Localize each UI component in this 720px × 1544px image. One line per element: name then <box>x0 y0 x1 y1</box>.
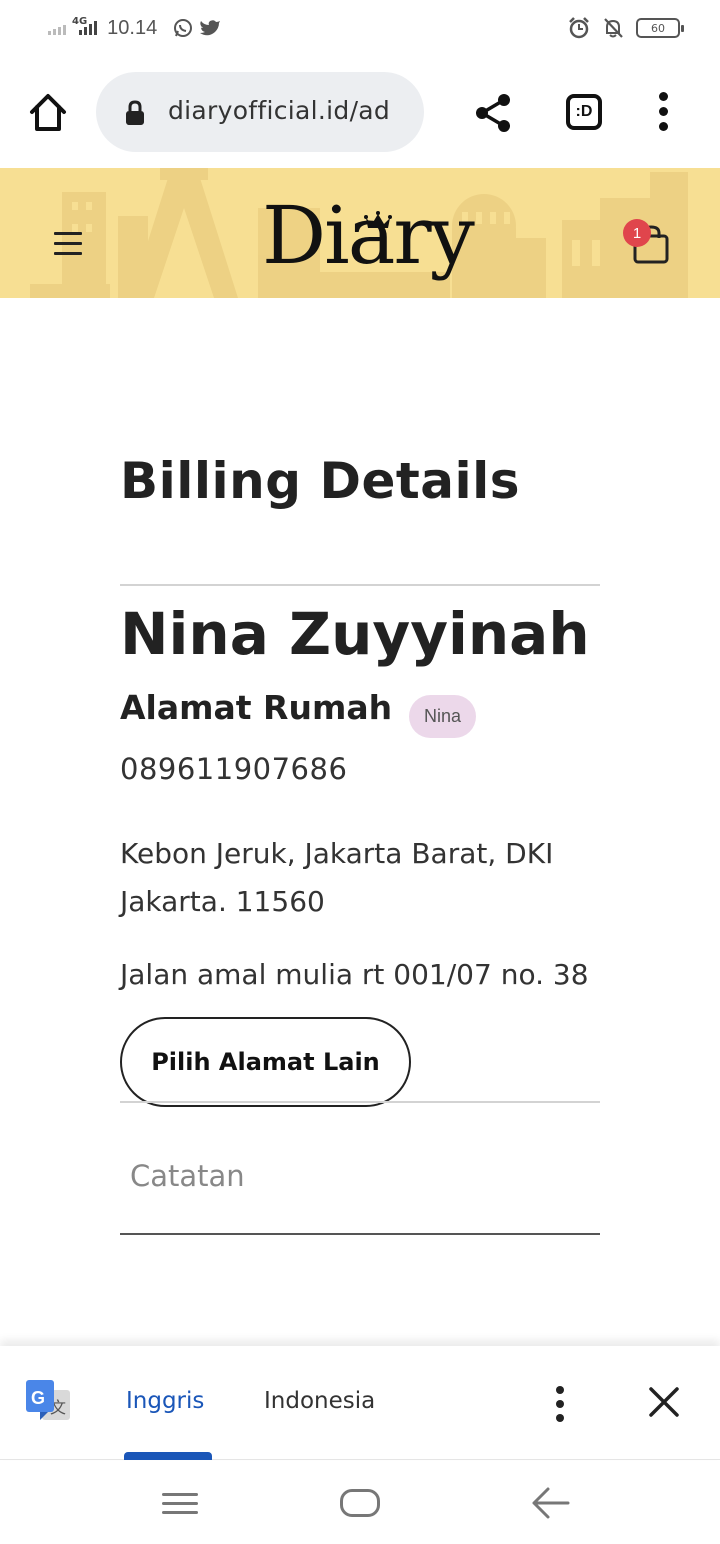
lock-icon <box>126 100 144 125</box>
active-tab-indicator <box>124 1452 212 1460</box>
tab-target-language[interactable]: Indonesia <box>264 1388 375 1414</box>
address-label: Alamat Rumah <box>120 688 393 727</box>
choose-other-address-button[interactable]: Pilih Alamat Lain <box>120 1017 411 1107</box>
share-icon[interactable] <box>472 92 514 134</box>
svg-text:G: G <box>31 1388 45 1408</box>
more-vert-icon[interactable] <box>548 1386 572 1422</box>
phone-number: 089611907686 <box>120 752 348 786</box>
address-bar[interactable]: diaryofficial.id/ad <box>96 72 424 152</box>
clock: 10.14 <box>107 16 158 39</box>
cart-count-badge: 1 <box>623 219 651 247</box>
home-icon[interactable] <box>26 90 70 134</box>
site-header: Diary 1 <box>0 168 720 298</box>
alarm-icon <box>569 17 589 39</box>
notes-input[interactable] <box>120 1148 600 1204</box>
crown-icon <box>364 211 392 228</box>
notifications-off-icon <box>604 18 623 38</box>
status-bar: 4G 10.14 60 <box>0 0 720 56</box>
address-region: Kebon Jeruk, Jakarta Barat, DKI Jakarta.… <box>120 837 554 918</box>
url-text[interactable]: diaryofficial.id/ad <box>168 96 390 125</box>
system-navigation-bar <box>0 1461 720 1544</box>
address-tag-badge: Nina <box>409 695 476 738</box>
customer-name: Nina Zuyyinah <box>120 600 590 668</box>
tab-switcher-button[interactable]: :D <box>566 94 602 130</box>
status-left: 4G 10.14 <box>48 14 221 42</box>
notes-field <box>120 1130 600 1235</box>
page-title: Billing Details <box>120 452 521 510</box>
close-icon[interactable] <box>646 1384 682 1420</box>
recent-apps-icon[interactable] <box>162 1491 198 1517</box>
battery-level: 60 <box>651 21 665 35</box>
translate-bar: 文 G Inggris Indonesia <box>0 1346 720 1460</box>
home-button-icon[interactable] <box>340 1489 380 1517</box>
battery-icon: 60 <box>636 18 684 38</box>
back-icon[interactable] <box>530 1485 570 1521</box>
tab-switcher-label: :D <box>575 103 593 120</box>
section-divider <box>120 1101 600 1103</box>
whatsapp-icon <box>174 19 193 37</box>
section-divider <box>120 584 600 586</box>
signal-strength-icon-sim1 <box>48 21 66 35</box>
hamburger-menu-icon[interactable] <box>54 232 82 256</box>
twitter-icon <box>200 20 221 36</box>
google-translate-icon[interactable]: 文 G <box>26 1380 72 1426</box>
site-logo[interactable]: Diary <box>262 186 475 286</box>
network-type-label: 4G <box>72 16 88 27</box>
tab-source-language[interactable]: Inggris <box>126 1388 204 1414</box>
browser-toolbar: diaryofficial.id/ad :D <box>0 56 720 168</box>
more-vert-icon[interactable] <box>652 92 676 132</box>
status-right: 60 <box>568 14 684 42</box>
address-street: Jalan amal mulia rt 001/07 no. 38 <box>120 958 589 991</box>
